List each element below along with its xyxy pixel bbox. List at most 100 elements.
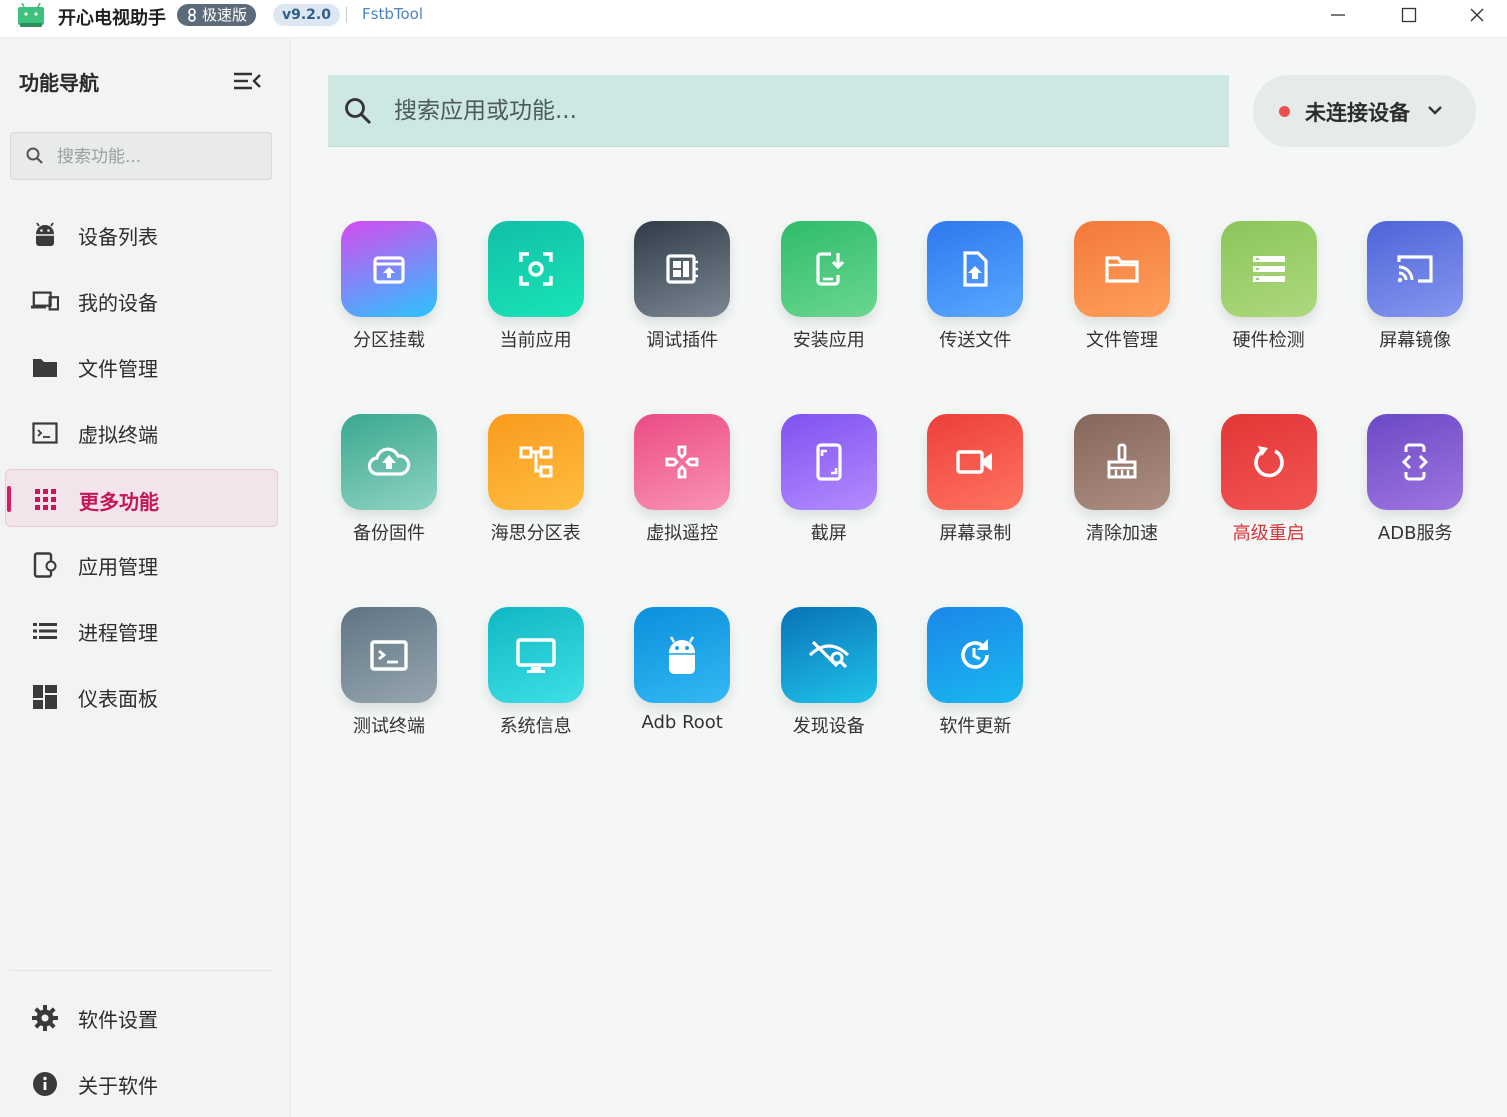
feature-tile-label: ADB服务 [1377, 523, 1453, 544]
devices-icon [31, 288, 59, 314]
feature-tile[interactable]: 分区挂载 [319, 221, 459, 371]
sidebar: 功能导航 设备列表 我的设备 文件管理 虚拟终端 更多功能 应用管理 进程管理 … [0, 39, 291, 1117]
sidebar-item-list[interactable]: 进程管理 [5, 601, 278, 659]
android-icon [634, 607, 731, 703]
edition-badge: 极速版 [177, 4, 257, 26]
feature-tile[interactable]: 备份固件 [319, 414, 459, 564]
feature-tile-label: 软件更新 [939, 716, 1012, 737]
sidebar-item-label: 文件管理 [78, 357, 158, 381]
feature-tile[interactable]: 截屏 [759, 414, 899, 564]
feature-tile[interactable]: 调试插件 [612, 221, 752, 371]
device-status-label: 未连接设备 [1305, 101, 1410, 125]
search-icon [345, 98, 372, 125]
monitor-icon [487, 607, 584, 703]
file-upload-icon [927, 221, 1024, 317]
minimize-button[interactable] [1308, 0, 1368, 30]
feature-tile-label: 调试插件 [646, 330, 719, 351]
feature-tile[interactable]: Adb Root [612, 607, 752, 757]
device-selector[interactable]: 未连接设备 [1253, 75, 1476, 147]
hardware-list-icon [1220, 221, 1317, 317]
feature-tile[interactable]: 硬件检测 [1199, 221, 1339, 371]
feature-tile-label: 屏幕录制 [939, 523, 1012, 544]
feature-tile[interactable]: 系统信息 [466, 607, 606, 757]
partition-tree-icon [487, 414, 584, 510]
feature-tile-label: 分区挂载 [353, 330, 425, 351]
feature-tile-label: 文件管理 [1086, 330, 1158, 351]
screenshot-icon [780, 414, 877, 510]
maximize-button[interactable] [1379, 0, 1439, 30]
status-dot [1279, 106, 1290, 117]
feature-tile[interactable]: 清除加速 [1052, 414, 1192, 564]
main-search[interactable] [328, 75, 1229, 147]
focus-app-icon [487, 221, 584, 317]
feature-tile[interactable]: 发现设备 [759, 607, 899, 757]
feature-tile[interactable]: 高级重启 [1199, 414, 1339, 564]
terminal-icon [341, 607, 437, 703]
sidebar-item-label: 设备列表 [78, 225, 158, 249]
search-icon [26, 147, 43, 164]
minimize-icon [1331, 14, 1345, 16]
sidebar-item-android[interactable]: 设备列表 [5, 205, 278, 263]
gear-icon [31, 1005, 59, 1031]
feature-tile-label: 测试终端 [353, 716, 425, 737]
feature-tile-label: 硬件检测 [1232, 330, 1305, 351]
discover-icon [780, 607, 877, 703]
feature-tile-label: 截屏 [810, 523, 847, 544]
sidebar-item-label: 更多功能 [79, 490, 159, 514]
sidebar-item-folder[interactable]: 文件管理 [5, 337, 278, 395]
title-separator [346, 7, 347, 23]
sidebar-item-devices[interactable]: 我的设备 [5, 271, 278, 329]
debug-plugin-icon [634, 221, 731, 317]
feature-tile[interactable]: 软件更新 [905, 607, 1045, 757]
feature-tile[interactable]: 屏幕镜像 [1345, 221, 1485, 371]
feature-tile[interactable]: 屏幕录制 [905, 414, 1045, 564]
feature-tile-label: 虚拟遥控 [646, 523, 719, 544]
feature-tile[interactable]: 海思分区表 [466, 414, 606, 564]
sidebar-item-apps-grid[interactable]: 更多功能 [5, 469, 278, 527]
adb-service-icon [1367, 414, 1464, 510]
close-button[interactable] [1447, 0, 1507, 30]
sidebar-item-label: 仪表面板 [78, 687, 158, 711]
feature-tile-label: 清除加速 [1086, 523, 1158, 544]
feature-tile-label: Adb Root [641, 712, 723, 733]
chevron-down-icon [1428, 106, 1442, 115]
folder-icon [1074, 221, 1170, 317]
close-icon [1470, 8, 1484, 22]
sidebar-item-info[interactable]: 关于软件 [5, 1054, 278, 1112]
info-icon [31, 1071, 59, 1097]
feature-tile[interactable]: 安装应用 [759, 221, 899, 371]
sidebar-item-label: 应用管理 [78, 555, 158, 579]
feature-tile-label: 当前应用 [499, 330, 572, 351]
feature-tile-label: 备份固件 [353, 523, 425, 544]
feature-tile[interactable]: 文件管理 [1052, 221, 1192, 371]
feature-tile[interactable]: 虚拟遥控 [612, 414, 752, 564]
collapse-menu-icon[interactable] [232, 69, 262, 93]
sidebar-item-app-settings[interactable]: 应用管理 [5, 535, 278, 593]
app-logo-icon [18, 3, 44, 27]
gamepad-icon [634, 414, 731, 510]
sidebar-item-label: 关于软件 [78, 1074, 158, 1098]
feature-tile-label: 发现设备 [792, 716, 865, 737]
list-icon [31, 618, 59, 644]
sidebar-title: 功能导航 [19, 71, 99, 95]
brand-link[interactable]: FstbTool [362, 5, 423, 23]
app-title: 开心电视助手 [58, 8, 166, 29]
dashboard-icon [31, 684, 59, 710]
feature-tile-label: 屏幕镜像 [1379, 330, 1452, 351]
sidebar-item-gear[interactable]: 软件设置 [5, 988, 278, 1046]
feature-tile[interactable]: 当前应用 [466, 221, 606, 371]
app-settings-icon [31, 552, 59, 578]
main-search-input[interactable] [394, 93, 1194, 129]
feature-tile[interactable]: 传送文件 [905, 221, 1045, 371]
feature-tile[interactable]: ADB服务 [1345, 414, 1485, 564]
feature-tile-label: 高级重启 [1232, 523, 1305, 544]
sidebar-item-dashboard[interactable]: 仪表面板 [5, 667, 278, 725]
sidebar-search[interactable] [10, 132, 272, 180]
feature-tile-label: 海思分区表 [490, 523, 581, 544]
restart-icon [1220, 414, 1317, 510]
sidebar-search-input[interactable] [57, 143, 257, 171]
feature-tile[interactable]: 测试终端 [319, 607, 459, 757]
sidebar-item-terminal[interactable]: 虚拟终端 [5, 403, 278, 461]
terminal-icon [31, 420, 59, 446]
sidebar-item-label: 我的设备 [78, 291, 158, 315]
